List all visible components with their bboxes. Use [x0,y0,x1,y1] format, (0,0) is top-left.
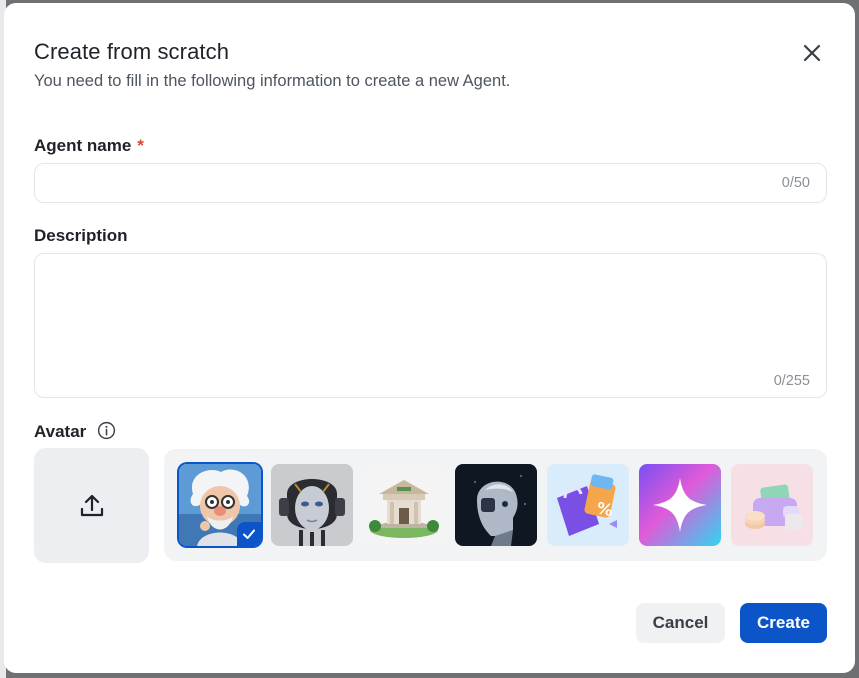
bank-building-avatar-image [363,464,445,546]
agent-name-counter: 0/50 [781,175,810,191]
dialog-subtitle: You need to fill in the following inform… [34,72,511,90]
description-label: Description [34,226,128,245]
avatar-option-sparkle-star[interactable] [639,464,721,546]
avatar-upload-button[interactable] [34,448,149,563]
avatar-option-bank-building[interactable] [363,464,445,546]
dialog-title: Create from scratch [34,39,230,64]
create-button[interactable]: Create [740,603,827,643]
wallet-coins-avatar-image [731,464,813,546]
sparkle-star-avatar-image [639,464,721,546]
close-icon [803,44,821,62]
avatar-option-robot-face[interactable] [271,464,353,546]
agent-name-label-text: Agent name [34,136,132,155]
avatar-options: % [164,449,827,561]
cancel-button[interactable]: Cancel [636,603,725,643]
agent-name-label: Agent name * [34,136,144,156]
create-agent-dialog: Create from scratch You need to fill in … [4,3,855,673]
robot-face-avatar-image [271,464,353,546]
info-circle-icon[interactable] [97,421,116,440]
shopping-bag-avatar-image: % [547,464,629,546]
agent-name-input[interactable]: 0/50 [34,163,827,203]
avatar-option-robot-profile[interactable] [455,464,537,546]
description-textarea[interactable]: 0/255 [34,253,827,398]
selected-check [237,522,261,546]
avatar-option-shopping-bag[interactable]: % [547,464,629,546]
required-asterisk: * [137,136,144,155]
description-counter: 0/255 [773,373,810,389]
close-button[interactable] [798,39,826,67]
robot-profile-avatar-image [455,464,537,546]
upload-icon [80,494,103,516]
avatar-label: Avatar [34,421,116,442]
avatar-option-wallet-coins[interactable] [731,464,813,546]
avatar-option-scientist[interactable] [179,464,261,546]
avatar-label-text: Avatar [34,422,87,441]
check-icon [243,529,255,539]
